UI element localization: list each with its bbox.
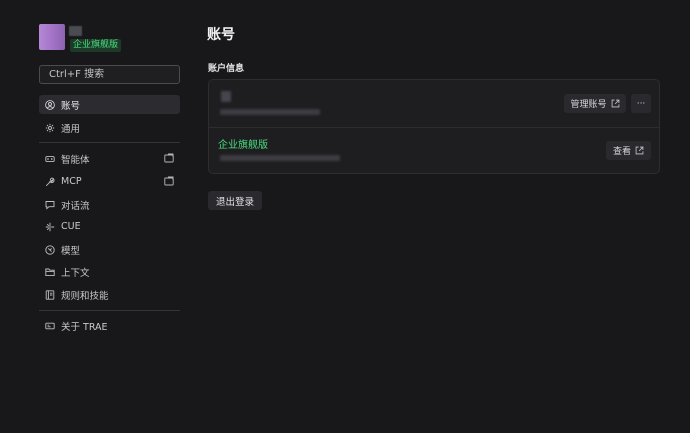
- sidebar-item-account[interactable]: 账号: [39, 95, 180, 114]
- sidebar-item-general[interactable]: 通用: [39, 118, 180, 137]
- page-title: 账号: [207, 27, 235, 43]
- more-options-label: ···: [636, 98, 646, 109]
- logout-button[interactable]: 退出登录: [208, 191, 262, 210]
- sidebar-item-rules-skills[interactable]: 规则和技能: [39, 285, 180, 304]
- open-external-icon[interactable]: [164, 176, 174, 186]
- info-card-icon: [44, 320, 55, 331]
- sidebar-item-label: 智能体: [61, 154, 90, 166]
- sidebar-item-label: CUE: [61, 221, 81, 232]
- sidebar-divider: [39, 310, 180, 311]
- manage-account-button[interactable]: 管理账号: [564, 94, 626, 113]
- avatar[interactable]: [39, 24, 65, 50]
- folder-icon: [44, 266, 55, 277]
- plan-details-redacted: [220, 155, 340, 161]
- plan-badge: 企业旗舰版: [70, 39, 122, 52]
- gear-icon: [44, 122, 55, 133]
- sidebar-item-mcp[interactable]: MCP: [39, 172, 180, 191]
- sidebar-item-cue[interactable]: CUE: [39, 217, 180, 236]
- view-plan-label: 查看: [612, 147, 631, 157]
- account-id-redacted: [220, 109, 320, 115]
- sidebar-item-label: 账号: [61, 100, 81, 112]
- sidebar-divider: [39, 142, 180, 143]
- search-input[interactable]: Ctrl+F 搜索: [39, 65, 180, 84]
- settings-window: 企业旗舰版 Ctrl+F 搜索 账号 通用 智能体 MCP 对话流 CUE 模型…: [0, 0, 690, 433]
- chat-icon: [44, 199, 55, 210]
- section-label: 账户信息: [208, 64, 245, 74]
- sidebar-item-label: 模型: [61, 245, 81, 257]
- username-redacted: [69, 26, 82, 36]
- sidebar-item-agents[interactable]: 智能体: [39, 149, 180, 168]
- sidebar: 企业旗舰版 Ctrl+F 搜索 账号 通用 智能体 MCP 对话流 CUE 模型…: [0, 0, 190, 433]
- sidebar-item-label: MCP: [61, 176, 82, 187]
- sidebar-item-models[interactable]: 模型: [39, 240, 180, 259]
- model-icon: [44, 244, 55, 255]
- sidebar-item-context[interactable]: 上下文: [39, 262, 180, 281]
- wrench-icon: [44, 176, 55, 187]
- sidebar-item-label: 关于 TRAE: [61, 321, 108, 333]
- sidebar-item-label: 对话流: [61, 200, 90, 212]
- open-external-icon[interactable]: [164, 153, 174, 163]
- sidebar-item-label: 上下文: [61, 267, 90, 279]
- user-circle-icon: [44, 99, 55, 110]
- more-options-button[interactable]: ···: [631, 94, 651, 113]
- card-divider: [209, 127, 659, 128]
- account-name-redacted: [221, 91, 231, 102]
- sidebar-item-about[interactable]: 关于 TRAE: [39, 316, 180, 335]
- plan-name: 企业旗舰版: [218, 140, 268, 151]
- manage-account-label: 管理账号: [570, 100, 607, 110]
- book-icon: [44, 289, 55, 300]
- view-plan-button[interactable]: 查看: [606, 141, 651, 160]
- sidebar-item-label: 通用: [61, 123, 81, 135]
- sidebar-item-flow[interactable]: 对话流: [39, 195, 180, 214]
- open-external-icon: [611, 99, 619, 108]
- gamepad-icon: [44, 153, 55, 164]
- cue-icon: [44, 221, 55, 232]
- open-external-icon: [635, 146, 644, 155]
- account-info-card: 管理账号 ··· 企业旗舰版 查看: [208, 79, 660, 174]
- sidebar-item-label: 规则和技能: [61, 290, 109, 302]
